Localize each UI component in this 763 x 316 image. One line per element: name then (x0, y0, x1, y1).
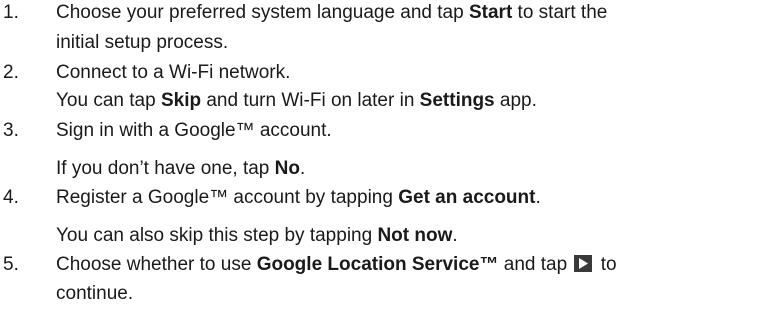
step-number: 5. (3, 254, 19, 275)
settings-label: Settings (419, 90, 495, 111)
not-now-label: Not now (377, 225, 453, 246)
step-4-line-2: You can also skip this step by tapping N… (56, 225, 458, 246)
step-number: 1. (3, 2, 19, 23)
step-1-line-2: initial setup process. (56, 32, 229, 53)
step-number: 4. (3, 187, 19, 208)
step-5-line-1: Choose whether to use Google Location Se… (56, 254, 617, 275)
step-2-line-1: Connect to a Wi-Fi network. (56, 62, 291, 83)
step-5-line-2: continue. (56, 283, 134, 304)
step-1-line-1: Choose your preferred system language an… (56, 2, 608, 23)
start-label: Start (468, 2, 513, 23)
no-label: No (274, 158, 300, 179)
play-arrow-icon (574, 255, 593, 272)
step-number: 3. (3, 120, 19, 141)
google-location-service-label: Google Location Service™ (256, 254, 499, 275)
get-an-account-label: Get an account (398, 187, 536, 208)
step-4-line-1: Register a Google™ account by tapping Ge… (56, 187, 541, 208)
step-3-line-2: If you don’t have one, tap No. (56, 158, 306, 179)
step-2-line-2: You can tap Skip and turn Wi-Fi on later… (56, 90, 537, 111)
skip-label: Skip (160, 90, 202, 111)
step-3-line-1: Sign in with a Google™ account. (56, 120, 332, 141)
step-number: 2. (3, 62, 19, 83)
setup-instructions: 1. Choose your preferred system language… (0, 0, 763, 316)
